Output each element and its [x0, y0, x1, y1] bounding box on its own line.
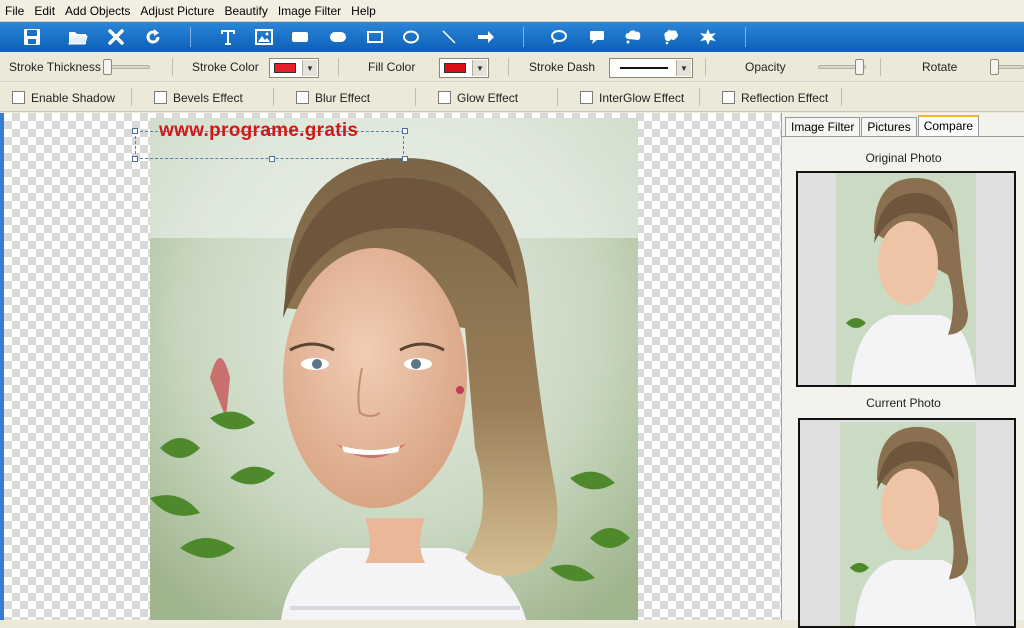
- chevron-down-icon: ▼: [472, 60, 487, 76]
- main-toolbar: [0, 22, 1024, 52]
- editing-canvas[interactable]: www.programe.gratis: [0, 113, 781, 620]
- resize-handle[interactable]: [269, 156, 275, 162]
- bevels-effect-label[interactable]: Bevels Effect: [173, 91, 243, 105]
- save-icon[interactable]: [20, 25, 44, 49]
- separator: [508, 58, 509, 76]
- stroke-dash-label: Stroke Dash: [529, 60, 596, 74]
- separator: [273, 88, 274, 106]
- menu-add-objects[interactable]: Add Objects: [60, 0, 135, 22]
- enable-shadow-label[interactable]: Enable Shadow: [31, 91, 115, 105]
- image-icon[interactable]: [252, 25, 276, 49]
- toolbar-separator: [745, 27, 746, 47]
- fill-color-swatch: [444, 63, 466, 73]
- stroke-thickness-slider-thumb[interactable]: [103, 59, 112, 75]
- side-panel: Image Filter Pictures Compare Original P…: [781, 113, 1024, 628]
- original-photo-thumbnail: [836, 173, 976, 385]
- tab-divider: [782, 136, 1024, 137]
- opacity-label: Opacity: [745, 60, 786, 74]
- rectangle-filled-icon[interactable]: [288, 25, 312, 49]
- separator: [131, 88, 132, 106]
- speech-bubble-cloud-icon[interactable]: [622, 25, 646, 49]
- resize-handle[interactable]: [402, 156, 408, 162]
- separator: [415, 88, 416, 106]
- menu-help[interactable]: Help: [346, 0, 381, 22]
- close-x-icon[interactable]: [104, 25, 128, 49]
- speech-bubble-round-icon[interactable]: [547, 25, 571, 49]
- thought-bubble-icon[interactable]: [659, 25, 683, 49]
- tab-compare[interactable]: Compare: [917, 115, 980, 137]
- stroke-color-swatch: [274, 63, 296, 73]
- original-photo-frame: [796, 171, 1016, 387]
- enable-shadow-checkbox[interactable]: [12, 91, 25, 104]
- refresh-icon[interactable]: [141, 25, 165, 49]
- tab-image-filter[interactable]: Image Filter: [785, 117, 861, 137]
- open-folder-icon[interactable]: [66, 25, 90, 49]
- separator: [338, 58, 339, 76]
- fill-color-label: Fill Color: [368, 60, 416, 74]
- toolbar-separator: [190, 27, 191, 47]
- line-icon[interactable]: [437, 25, 461, 49]
- fill-color-picker[interactable]: ▼: [439, 58, 489, 78]
- menu-edit[interactable]: Edit: [29, 0, 60, 22]
- blur-effect-checkbox[interactable]: [296, 91, 309, 104]
- rotate-label: Rotate: [922, 60, 958, 74]
- rounded-rectangle-icon[interactable]: [326, 25, 350, 49]
- bevels-effect-checkbox[interactable]: [154, 91, 167, 104]
- menu-image-filter[interactable]: Image Filter: [273, 0, 346, 22]
- separator: [841, 88, 842, 106]
- reflection-effect-checkbox[interactable]: [722, 91, 735, 104]
- stroke-color-label: Stroke Color: [192, 60, 259, 74]
- current-photo-frame: [798, 418, 1016, 628]
- menu-adjust-picture[interactable]: Adjust Picture: [135, 0, 219, 22]
- current-photo-title: Current Photo: [866, 396, 941, 410]
- stroke-dash-select[interactable]: ▼: [609, 58, 693, 78]
- current-photo-thumbnail: [840, 422, 976, 626]
- separator: [557, 88, 558, 106]
- resize-handle[interactable]: [132, 156, 138, 162]
- speech-bubble-rect-icon[interactable]: [585, 25, 609, 49]
- glow-effect-checkbox[interactable]: [438, 91, 451, 104]
- tab-pictures[interactable]: Pictures: [861, 117, 917, 137]
- text-icon[interactable]: [216, 25, 240, 49]
- stroke-color-picker[interactable]: ▼: [269, 58, 319, 78]
- rotate-slider-thumb[interactable]: [990, 59, 999, 75]
- chevron-down-icon: ▼: [676, 60, 691, 76]
- arrow-icon[interactable]: [474, 25, 498, 49]
- separator: [699, 88, 700, 106]
- toolbar-separator: [523, 27, 524, 47]
- menu-bar: File Edit Add Objects Adjust Picture Bea…: [0, 0, 1024, 22]
- rectangle-outline-icon[interactable]: [363, 25, 387, 49]
- chevron-down-icon: ▼: [302, 60, 317, 76]
- main-photo[interactable]: [150, 118, 638, 620]
- stroke-thickness-label: Stroke Thickness: [9, 60, 101, 74]
- interglow-effect-checkbox[interactable]: [580, 91, 593, 104]
- solid-line-preview: [620, 67, 668, 69]
- star-burst-icon[interactable]: [696, 25, 720, 49]
- separator: [172, 58, 173, 76]
- glow-effect-label[interactable]: Glow Effect: [457, 91, 518, 105]
- separator: [705, 58, 706, 76]
- opacity-slider-thumb[interactable]: [855, 59, 865, 75]
- property-bar: Stroke Thickness Stroke Color ▼ Fill Col…: [0, 52, 1024, 82]
- blur-effect-label[interactable]: Blur Effect: [315, 91, 370, 105]
- resize-handle[interactable]: [402, 128, 408, 134]
- interglow-effect-label[interactable]: InterGlow Effect: [599, 91, 684, 105]
- watermark-text[interactable]: www.programe.gratis: [159, 120, 358, 142]
- panel-tabs: Image Filter Pictures Compare: [785, 115, 980, 137]
- original-photo-title: Original Photo: [865, 151, 942, 165]
- reflection-effect-label[interactable]: Reflection Effect: [741, 91, 828, 105]
- resize-handle[interactable]: [132, 128, 138, 134]
- menu-beautify[interactable]: Beautify: [219, 0, 272, 22]
- menu-file[interactable]: File: [0, 0, 29, 22]
- effects-bar: Enable Shadow Bevels Effect Blur Effect …: [0, 82, 1024, 112]
- separator: [880, 58, 881, 76]
- ellipse-icon[interactable]: [399, 25, 423, 49]
